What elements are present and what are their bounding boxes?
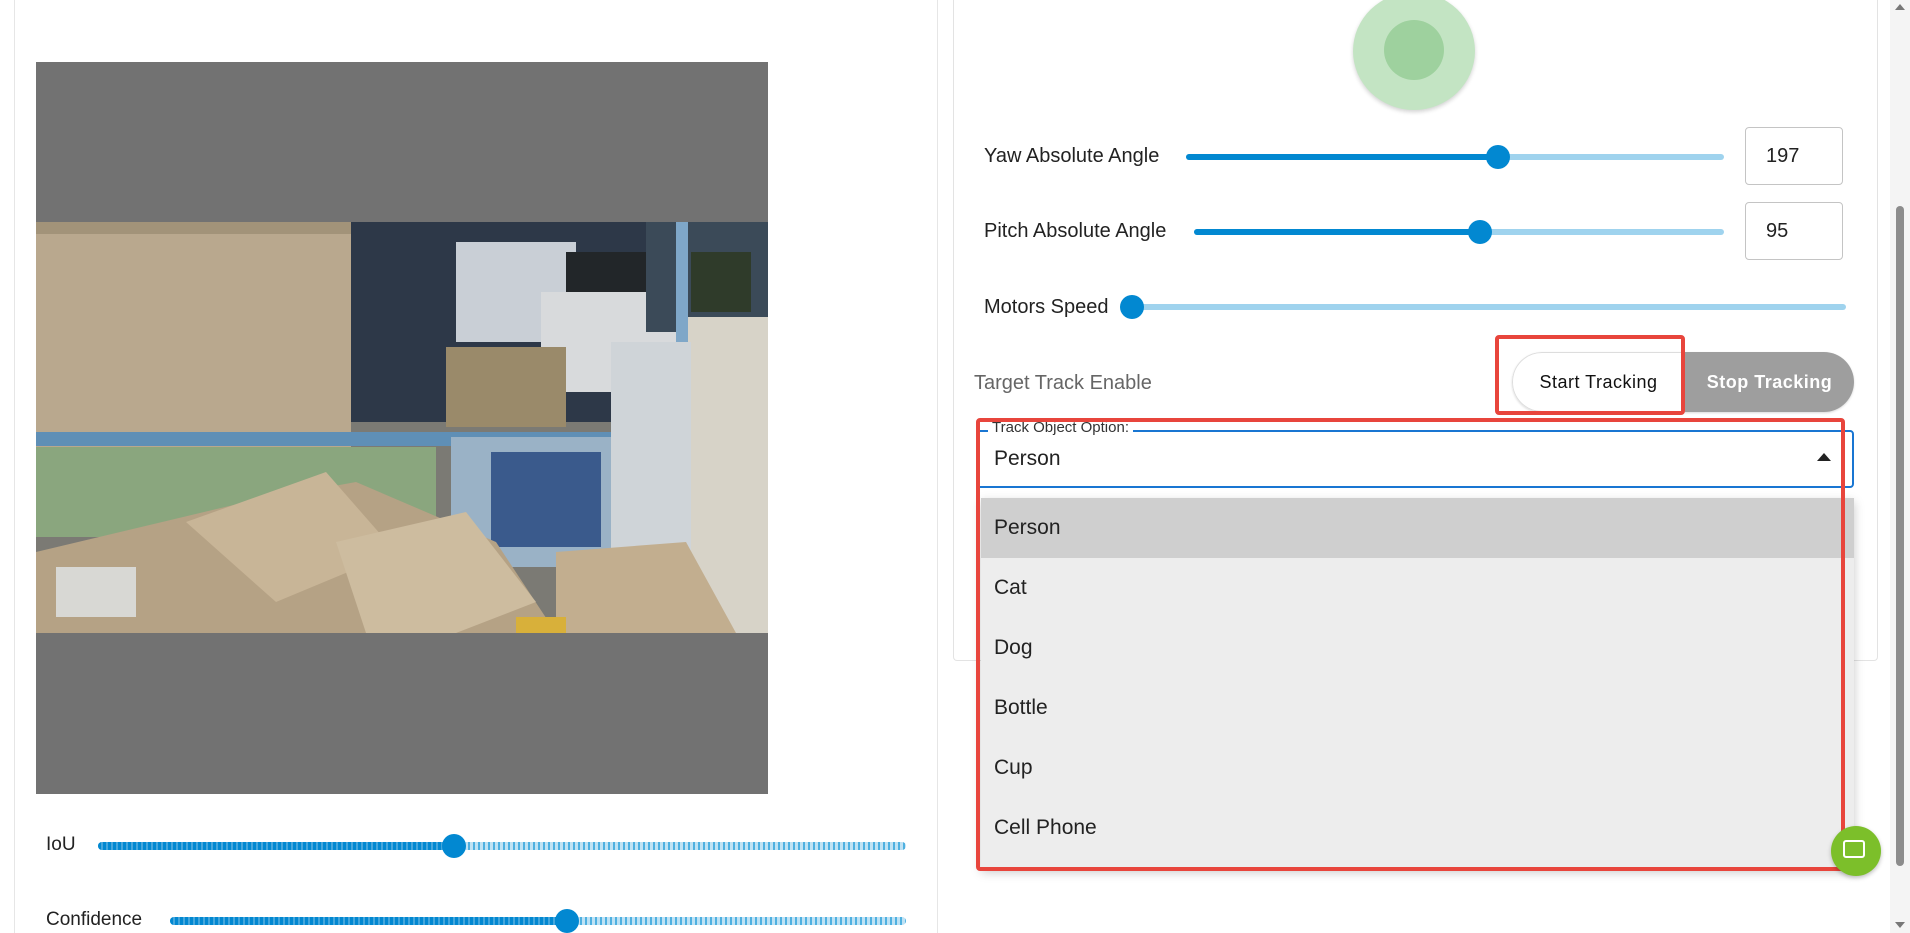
motors-speed-slider[interactable] [1120,295,1846,319]
code-icon [1843,840,1865,858]
iou-slider[interactable] [98,834,906,858]
scroll-down-icon[interactable] [1895,922,1905,928]
track-option-highlight [976,418,1845,871]
stop-tracking-button[interactable]: Stop Tracking [1685,352,1854,412]
pitch-slider-thumb[interactable] [1468,220,1492,244]
scrollbar-thumb[interactable] [1896,206,1904,866]
start-tracking-highlight [1495,335,1685,415]
joystick-knob[interactable] [1384,20,1444,80]
confidence-track-fill [170,917,567,925]
code-fab-button[interactable] [1831,826,1881,876]
scroll-up-icon[interactable] [1895,4,1905,10]
yaw-track-fill [1186,154,1498,160]
confidence-label: Confidence [46,909,143,930]
motors-speed-slider-thumb[interactable] [1120,295,1144,319]
pitch-input[interactable]: 95 [1745,202,1843,260]
confidence-slider-thumb[interactable] [555,909,579,933]
yaw-label: Yaw Absolute Angle [984,145,1160,167]
pitch-track-fill [1194,229,1480,235]
yaw-slider-thumb[interactable] [1486,145,1510,169]
camera-image [36,222,768,633]
yaw-slider[interactable] [1186,145,1724,169]
motors-speed-label: Motors Speed [984,296,1109,318]
iou-label: IoU [46,834,76,855]
pitch-label: Pitch Absolute Angle [984,220,1167,242]
motors-speed-track [1132,304,1846,310]
iou-track-fill [98,842,454,850]
camera-feed [36,62,768,794]
iou-slider-thumb[interactable] [442,834,466,858]
yaw-input[interactable]: 197 [1745,127,1843,185]
target-track-label: Target Track Enable [974,372,1152,394]
confidence-slider[interactable] [170,909,906,933]
pitch-slider[interactable] [1194,220,1724,244]
